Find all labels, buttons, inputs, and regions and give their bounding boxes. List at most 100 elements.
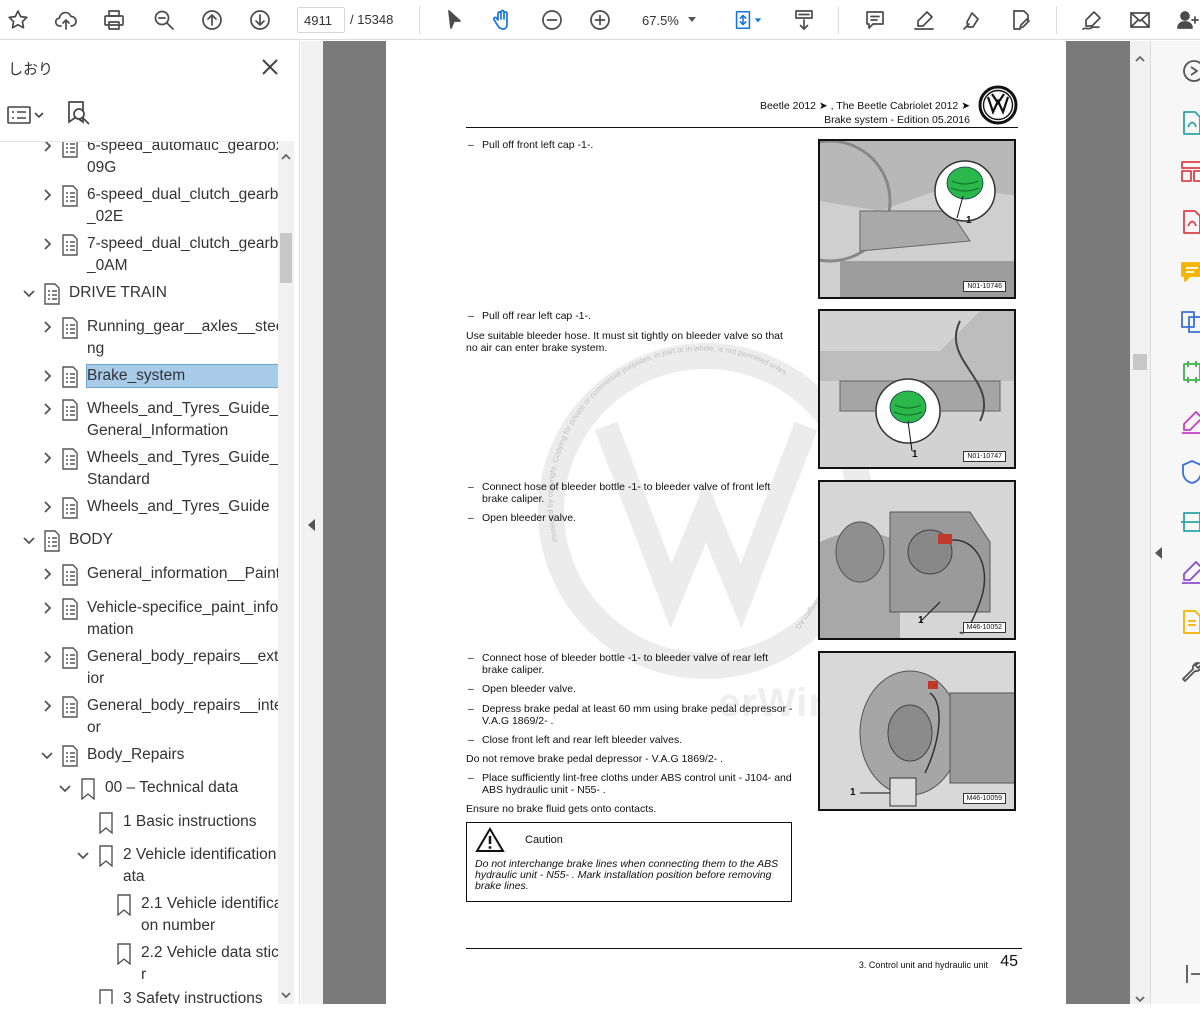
bookmark-page-icon [61, 745, 79, 767]
chevron-right-icon[interactable] [40, 567, 54, 581]
scroll-mode-icon[interactable] [788, 4, 820, 36]
zoom-dropdown[interactable]: 67.5% [632, 7, 704, 33]
scroll-up-icon[interactable] [1135, 51, 1145, 62]
bookmark-star-icon[interactable] [2, 4, 34, 36]
bookmark-page-icon [61, 448, 79, 470]
bookmark-item[interactable]: 6-speed_automatic_gearbox_09G [0, 141, 278, 189]
bookmark-page-icon [61, 647, 79, 669]
share-user-icon[interactable] [1172, 4, 1200, 36]
bookmark-item[interactable]: DRIVE TRAIN [0, 282, 278, 310]
chevron-right-icon[interactable] [40, 601, 54, 615]
chevron-right-icon[interactable] [40, 369, 54, 383]
chevron-right-icon[interactable] [40, 650, 54, 664]
export-pdf-icon[interactable] [1179, 110, 1200, 136]
bookmark-item[interactable]: Brake_system [0, 364, 278, 393]
bookmark-item[interactable]: 2 Vehicle identification data [0, 844, 278, 898]
toolbar-divider [838, 6, 839, 34]
protect-shield-icon[interactable] [1179, 459, 1200, 485]
find-bookmark-icon[interactable] [64, 99, 92, 129]
bookmark-item[interactable]: 6-speed_dual_clutch_gearbox_02E [0, 184, 278, 238]
organize-pages-icon[interactable] [1179, 159, 1200, 185]
bookmark-item[interactable]: Body_Repairs [0, 744, 278, 772]
zoom-in-icon[interactable] [584, 4, 616, 36]
edit-text-icon[interactable] [1005, 4, 1037, 36]
scrollbar-thumb[interactable] [280, 233, 292, 283]
bookmark-item[interactable]: Wheels_and_Tyres_Guide_-_General_Informa… [0, 398, 278, 452]
scroll-down-icon[interactable] [281, 987, 291, 999]
more-tools-wrench-icon[interactable] [1179, 659, 1200, 685]
collapse-left-panel-icon[interactable] [308, 518, 316, 531]
chevron-right-icon[interactable] [40, 699, 54, 713]
highlight-pen-icon[interactable] [908, 4, 940, 36]
bookmark-scrollbar[interactable] [278, 141, 294, 1004]
scrollbar-thumb[interactable] [1133, 354, 1147, 370]
collapse-right-panel-icon[interactable] [1155, 546, 1163, 559]
bookmark-item[interactable]: 7-speed_dual_clutch_gearbox_0AM [0, 233, 278, 287]
previous-page-icon[interactable] [196, 4, 228, 36]
chevron-right-icon[interactable] [40, 188, 54, 202]
chevron-right-icon[interactable] [40, 500, 54, 514]
create-pdf-icon[interactable] [1179, 209, 1200, 235]
bookmark-item[interactable]: Vehicle-specifice_paint_information [0, 597, 278, 651]
scroll-up-icon[interactable] [281, 149, 291, 160]
bookmark-options-button[interactable] [6, 103, 46, 127]
bookmark-item[interactable]: Running_gear__axles__steering [0, 316, 278, 370]
figure-front-caliper: 1 M46-10052 [818, 480, 1016, 640]
chevron-right-icon[interactable] [40, 320, 54, 334]
chevron-down-icon[interactable] [58, 781, 72, 795]
bookmark-item[interactable]: 00 – Technical data [0, 777, 278, 805]
page-fit-icon[interactable] [726, 4, 768, 36]
bookmark-page-icon [61, 564, 79, 586]
toolbar-divider [1056, 6, 1057, 34]
chevron-down-icon[interactable] [76, 848, 90, 862]
bookmark-tree: 6-speed_automatic_gearbox_09G 6-speed_dua… [0, 141, 278, 1004]
figure-callout: 1 [912, 449, 918, 460]
chevron-down-icon[interactable] [40, 748, 54, 762]
email-icon[interactable] [1124, 4, 1156, 36]
draw-signature-icon[interactable] [956, 4, 988, 36]
chevron-right-icon[interactable] [40, 142, 54, 153]
bookmark-label: 6-speed_automatic_gearbox_09G [87, 141, 278, 176]
compress-pdf-icon[interactable] [1179, 359, 1200, 385]
chevron-right-icon[interactable] [40, 451, 54, 465]
page-number-input[interactable] [297, 7, 345, 33]
bookmark-item[interactable]: Wheels_and_Tyres_Guide [0, 496, 278, 524]
step-text: Connect hose of bleeder bottle -1- to bl… [466, 481, 796, 505]
step-text: Pull off rear left cap -1-. [466, 310, 796, 323]
comment-tool-icon[interactable] [1179, 259, 1200, 285]
expand-tools-icon[interactable] [1181, 58, 1200, 84]
comment-icon[interactable] [859, 4, 891, 36]
document-scrollbar[interactable] [1130, 41, 1150, 1004]
note-text: Use suitable bleeder hose. It must sit t… [466, 330, 783, 354]
hand-tool-icon[interactable] [486, 4, 518, 36]
fill-sign-tool-icon[interactable] [1179, 409, 1200, 435]
fill-sign-icon[interactable] [1076, 4, 1108, 36]
bookmark-item[interactable]: 1 Basic instructions [0, 811, 278, 839]
select-cursor-icon[interactable] [438, 4, 470, 36]
combine-files-icon[interactable] [1179, 309, 1200, 335]
scroll-down-icon[interactable] [1135, 991, 1145, 1003]
cloud-upload-icon[interactable] [50, 4, 82, 36]
chevron-down-icon[interactable] [22, 286, 36, 300]
sign-tool-icon[interactable] [1179, 559, 1200, 585]
scan-ocr-icon[interactable] [1179, 509, 1200, 535]
close-icon[interactable] [258, 55, 282, 79]
bookmark-item[interactable]: Wheels_and_Tyres_Guide_-_Standard [0, 447, 278, 501]
zoom-search-icon[interactable] [148, 4, 180, 36]
chevron-right-icon[interactable] [40, 402, 54, 416]
collapse-tools-icon[interactable] [1181, 961, 1200, 987]
bookmark-item[interactable]: General_body_repairs__exterior [0, 646, 278, 700]
bookmark-item[interactable]: General_body_repairs__interior [0, 695, 278, 749]
next-page-icon[interactable] [244, 4, 276, 36]
figure-rear-cap: 1 N01-10747 [818, 309, 1016, 469]
send-review-icon[interactable] [1179, 609, 1200, 635]
print-icon[interactable] [98, 4, 130, 36]
chevron-right-icon[interactable] [40, 237, 54, 251]
bookmark-item[interactable]: 2.1 Vehicle identification number [0, 893, 278, 947]
chevron-down-icon[interactable] [22, 533, 36, 547]
bookmark-item[interactable]: General_information__Paint [0, 563, 278, 591]
bookmark-item[interactable]: BODY [0, 529, 278, 557]
bookmark-item[interactable]: 3 Safety instructions [0, 988, 278, 1004]
footer-page-number: 45 [1000, 953, 1018, 970]
zoom-out-icon[interactable] [536, 4, 568, 36]
